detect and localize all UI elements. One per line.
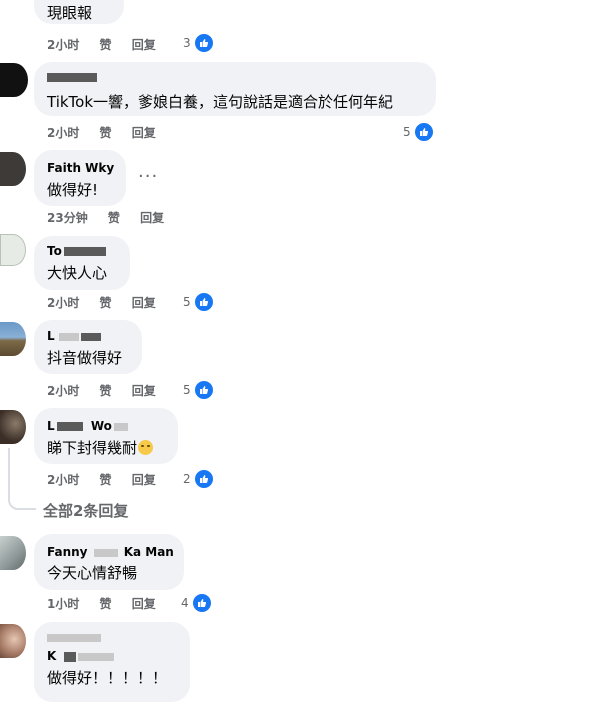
comment-bubble: To 大快人心 [34,236,130,290]
commenter-name[interactable] [47,70,97,84]
commenter-name-line2: K [47,649,115,663]
avatar[interactable] [0,536,26,570]
reaction-count[interactable]: 5 [183,380,214,400]
reply-button[interactable]: 回复 [132,38,156,52]
avatar[interactable] [0,63,28,97]
reply-button[interactable]: 回复 [132,473,156,487]
avatar[interactable] [0,624,26,658]
reaction-count[interactable]: 4 [181,593,212,613]
comment-bubble: 現眼報 [34,0,124,24]
commenter-name[interactable]: L [47,329,101,343]
like-button[interactable]: 赞 [100,126,112,140]
like-button[interactable]: 赞 [100,384,112,398]
avatar[interactable] [0,152,26,186]
comment-bubble: Faith Wky 做得好! [34,150,126,206]
comment-bubble: Fanny Ka Man 今天心情舒暢 [34,534,184,590]
commenter-name[interactable]: To [47,244,106,258]
emoji-icon [138,440,154,455]
comment-text: 今天心情舒暢 [47,564,138,582]
comment-actions: 2小时 赞 回复 [47,36,172,53]
reaction-count[interactable]: 5 [403,122,434,142]
like-icon [413,122,434,142]
reaction-number: 3 [183,36,191,50]
comment-actions: 2小时 赞 回复 [47,471,172,488]
comment-text: 現眼報 [47,4,93,22]
comment-text: 做得好! [47,181,99,199]
comment-actions: 2小时 赞 回复 [47,124,172,141]
avatar[interactable] [0,410,26,444]
reply-thread-line [8,448,36,510]
reaction-number: 5 [183,383,191,397]
reply-button[interactable]: 回复 [132,384,156,398]
comment-bubble: TikTok一響，爹娘白養，這句說話是適合於任何年紀 [34,62,436,116]
comment-time: 2小时 [47,38,80,52]
more-options-icon[interactable]: ··· [138,166,158,187]
comment-text: 做得好！！！！！ [47,669,168,687]
comment-time: 23分钟 [47,211,88,225]
comment-text: 抖音做得好 [47,349,123,367]
comment-actions: 23分钟 赞 回复 [47,209,180,226]
avatar[interactable] [0,322,26,356]
comment-time: 2小时 [47,296,80,310]
comment-time: 2小时 [47,126,80,140]
like-button[interactable]: 赞 [108,211,120,225]
commenter-name[interactable]: Faith Wky [47,161,114,175]
comment-bubble: L 抖音做得好 [34,320,142,374]
like-icon [193,33,214,53]
commenter-name[interactable]: L Wo [47,419,128,433]
comment-time: 2小时 [47,384,80,398]
reply-button[interactable]: 回复 [132,296,156,310]
comment-time: 2小时 [47,473,80,487]
comment-actions: 1小时 赞 回复 [47,595,172,612]
like-button[interactable]: 赞 [100,473,112,487]
avatar[interactable] [0,234,26,266]
reply-button[interactable]: 回复 [132,597,156,611]
comment-text: TikTok一響，爹娘白養，這句說話是適合於任何年紀 [47,93,394,111]
like-icon [193,292,214,312]
reaction-number: 4 [181,596,189,610]
commenter-name[interactable] [47,630,101,644]
commenter-name[interactable]: Fanny Ka Man [47,545,174,559]
reaction-number: 5 [403,125,411,139]
reply-button[interactable]: 回复 [140,211,164,225]
like-icon [191,593,212,613]
reaction-count[interactable]: 5 [183,292,214,312]
like-button[interactable]: 赞 [100,38,112,52]
like-icon [193,380,214,400]
like-button[interactable]: 赞 [100,296,112,310]
reaction-number: 2 [183,472,191,486]
reaction-count[interactable]: 2 [183,469,214,489]
comment-text: 睇下封得幾耐 [47,437,154,458]
comment-time: 1小时 [47,597,80,611]
view-replies-link[interactable]: 全部2条回复 [43,500,128,521]
reaction-count[interactable]: 3 [183,33,214,53]
like-icon [193,469,214,489]
comment-actions: 2小时 赞 回复 [47,294,172,311]
reaction-number: 5 [183,295,191,309]
reply-button[interactable]: 回复 [132,126,156,140]
comment-bubble: L Wo 睇下封得幾耐 [34,408,178,464]
like-button[interactable]: 赞 [100,597,112,611]
comment-text: 大快人心 [47,264,108,282]
comment-bubble: K 做得好！！！！！ [34,622,190,702]
comment-actions: 2小时 赞 回复 [47,382,172,399]
